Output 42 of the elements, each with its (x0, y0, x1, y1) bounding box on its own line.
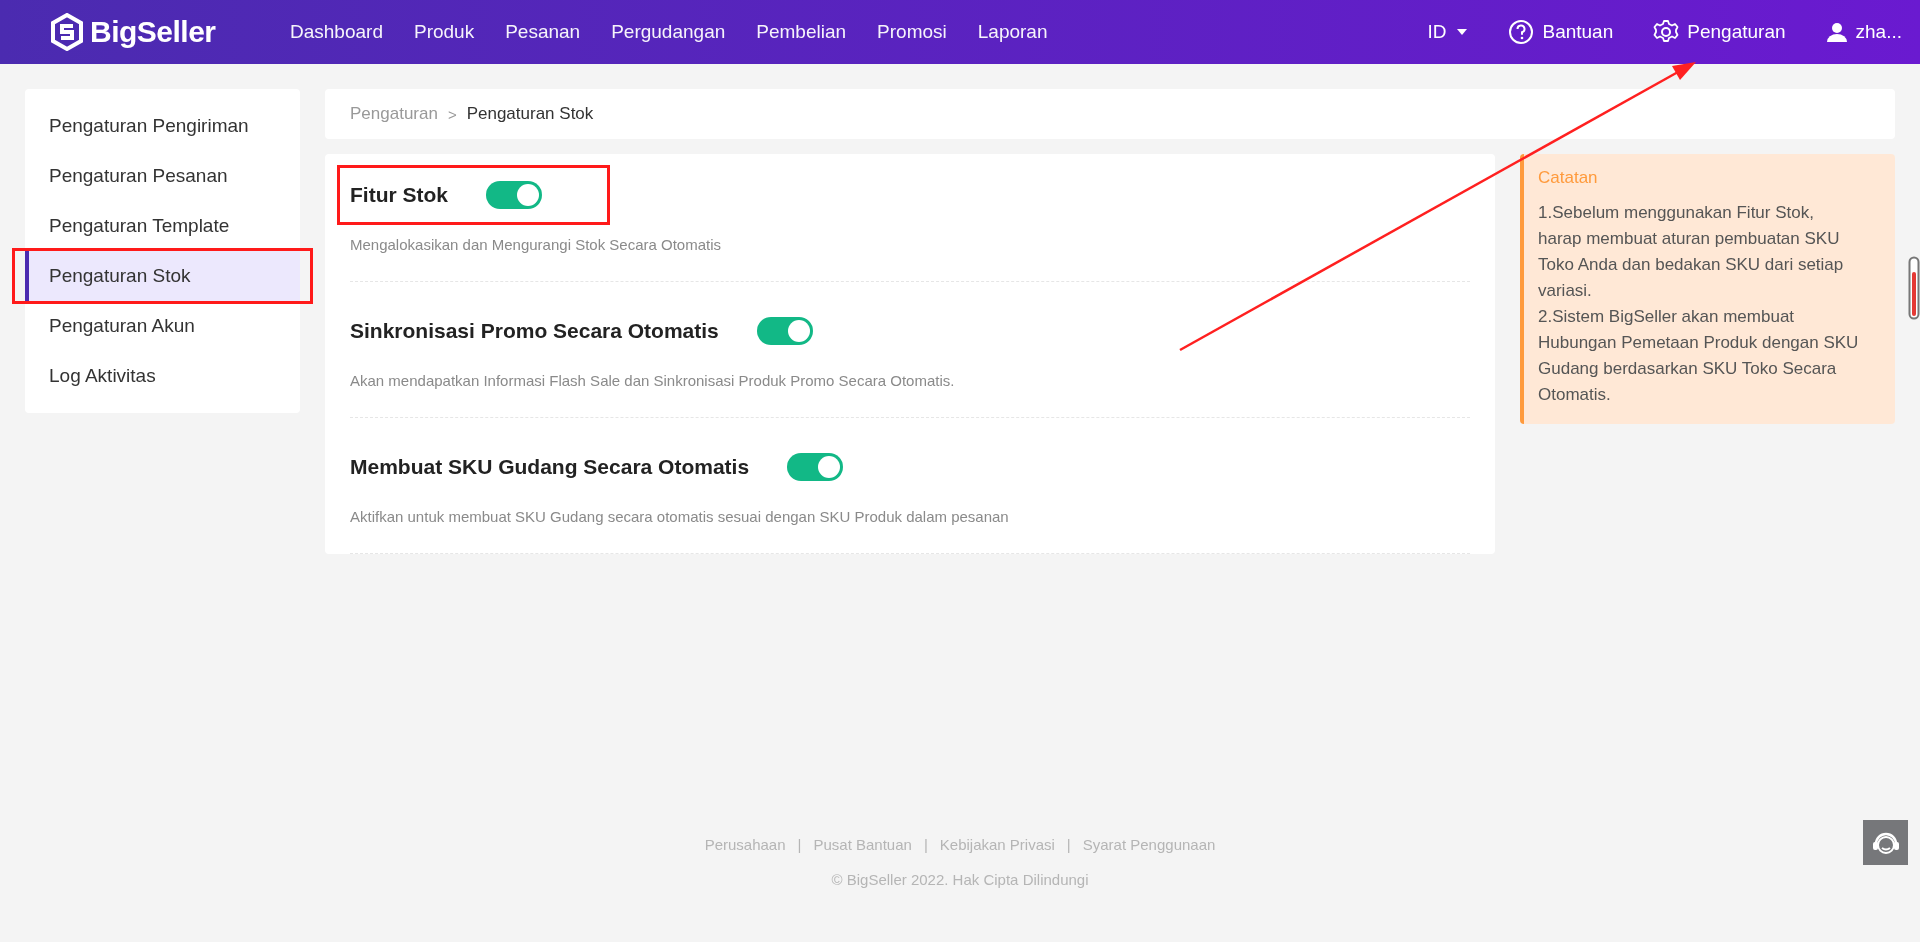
settings-icon (1653, 19, 1680, 45)
breadcrumb-separator: > (447, 105, 457, 123)
setting-title: Membuat SKU Gudang Secara Otomatis (350, 455, 750, 479)
sidebar-item[interactable]: Pengaturan Akun (25, 301, 300, 351)
nav-link[interactable]: Promosi (877, 21, 947, 43)
help-icon (1508, 19, 1535, 45)
nav-link[interactable]: Laporan (977, 21, 1048, 43)
copyright-text: © BigSeller 2022. Hak Cipta Dilindungi (831, 871, 1089, 888)
setting-description: Aktifkan untuk membuat SKU Gudang secara otomatis sesuai dengan SKU Produk dalam pesanan (350, 508, 1010, 525)
setting-description: Mengalokasikan dan Mengurangi Stok Secara Otomatis (350, 236, 723, 253)
language-dropdown[interactable]: ID (1427, 21, 1469, 43)
nav-link[interactable]: Pembelian (756, 21, 847, 43)
setting-title: Sinkronisasi Promo Secara Otomatis (350, 319, 719, 343)
nav-link[interactable]: Pergudangan (611, 21, 726, 43)
sidebar-item[interactable]: Pengaturan Pengiriman (25, 101, 300, 151)
help-link[interactable]: Bantuan (1508, 19, 1614, 45)
toggle-switch[interactable] (787, 453, 844, 481)
nav-link[interactable]: Pesanan (505, 21, 581, 43)
note-title: Catatan (1538, 168, 1599, 188)
support-button[interactable] (1863, 820, 1908, 865)
logo-icon (50, 13, 84, 51)
logo-text: BigSeller (90, 15, 216, 49)
setting-title: Fitur Stok (350, 183, 448, 207)
setting-description: Akan mendapatkan Informasi Flash Sale dan Sinkronisasi Produk Promo Secara Otomatis. (350, 372, 956, 389)
breadcrumb-link[interactable]: Pengaturan Stok (466, 104, 594, 124)
settings-link[interactable]: Pengaturan (1653, 19, 1786, 45)
footer-separator: | (797, 836, 802, 853)
sidebar-item[interactable]: Pengaturan Pesanan (25, 151, 300, 201)
caret-icon (1456, 28, 1469, 36)
sidebar-item[interactable]: Log Aktivitas (25, 351, 300, 401)
sidebar-item[interactable]: Pengaturan Stok (25, 251, 300, 301)
nav-link[interactable]: Produk (413, 21, 475, 43)
toggle-switch[interactable] (486, 181, 542, 209)
sidebar-item[interactable]: Pengaturan Template (25, 201, 300, 251)
user-menu[interactable]: zha... (1825, 21, 1902, 43)
note-text: 1.Sebelum menggunakan Fitur Stok, harap membuat aturan pembuatan SKU Toko Anda dan bedakan SKU dari setiap variasi. (1538, 202, 1845, 302)
note-text: 2.Sistem BigSeller akan membuat Hubungan Pemetaan Produk dengan SKU Gudang berdasarkan SKU Toko Secara Otomatis. (1538, 306, 1860, 406)
footer-separator: | (1066, 836, 1071, 853)
toggle-switch[interactable] (756, 317, 813, 345)
user-icon (1825, 21, 1848, 43)
footer-separator: | (923, 836, 928, 853)
nav-link[interactable]: Dashboard (290, 21, 383, 43)
